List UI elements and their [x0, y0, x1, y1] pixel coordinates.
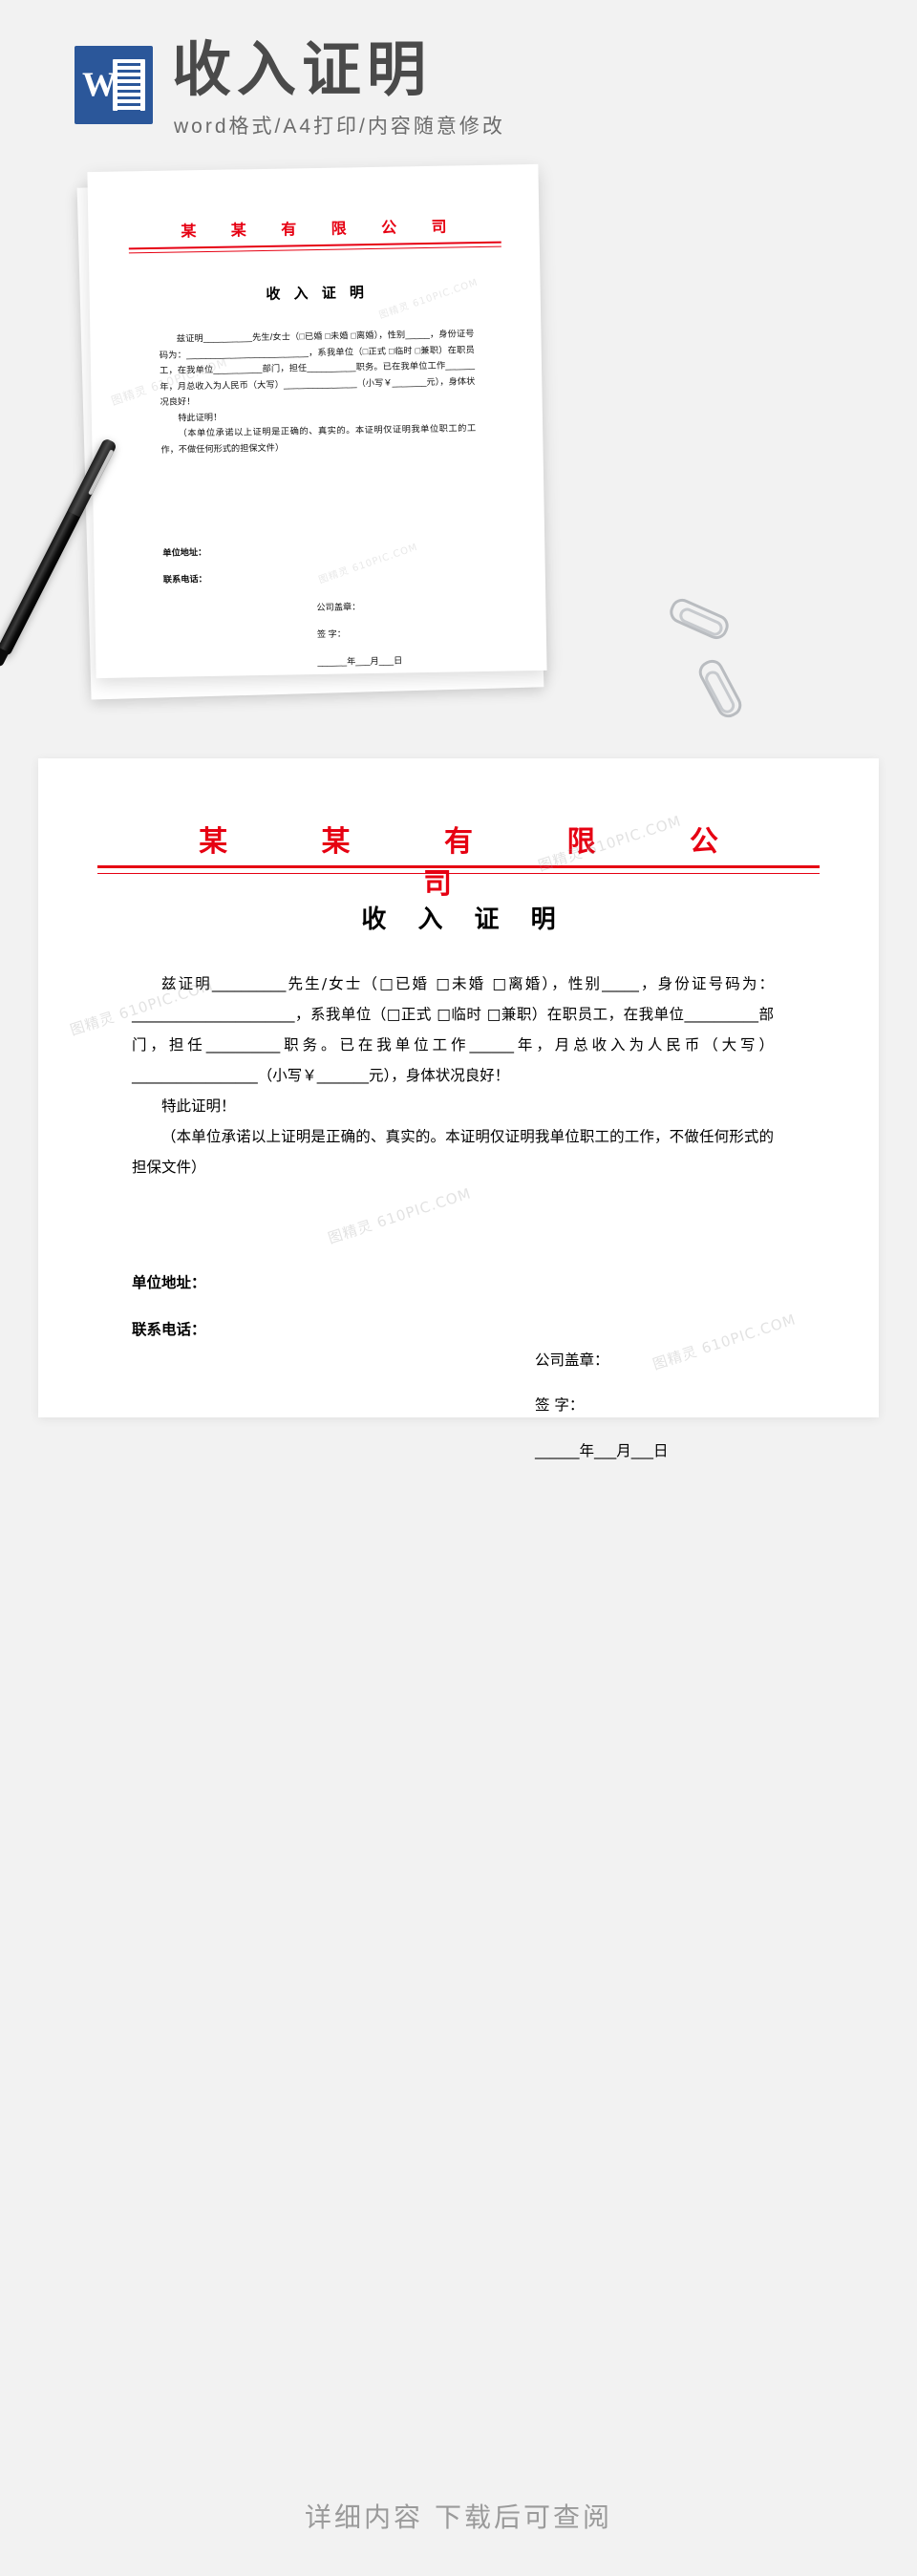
preview-document: 某 某 有 限 公 司 收 入 证 明 兹证明__________先生/女士（□…: [87, 164, 546, 678]
preview-doc-title: 收 入 证 明: [266, 285, 370, 303]
screenshot-root: W 收入证明 word格式/A4打印/内容随意修改 某 某 有 限 公 司 收 …: [0, 0, 917, 2576]
document-body: 兹证明__________先生/女士（□已婚 □未婚 □离婚），性别_____，…: [132, 969, 774, 1182]
preview-field-address: 单位地址：: [162, 547, 207, 559]
page-title: 收入证明: [172, 34, 433, 104]
preview-photo-area: 某 某 有 限 公 司 收 入 证 明 兹证明__________先生/女士（□…: [0, 162, 917, 735]
document-page: 某 某 有 限 公 司 收 入 证 明 兹证明__________先生/女士（□…: [38, 758, 879, 1459]
preview-doc-body: 兹证明__________先生/女士（□已婚 □未婚 □离婚），性别_____，…: [159, 326, 477, 458]
document-title: 收 入 证 明: [361, 905, 567, 934]
preview-body-paragraph-1: 兹证明__________先生/女士（□已婚 □未婚 □离婚），性别_____，…: [159, 329, 476, 407]
body-paragraph-2: 特此证明！: [161, 1097, 236, 1115]
preview-sheet-front: 某 某 有 限 公 司 收 入 证 明 兹证明__________先生/女士（□…: [87, 163, 547, 679]
word-document-icon: W: [75, 46, 153, 124]
word-logo-page: [113, 59, 145, 113]
signature-block: 公司盖章： 签 字： ______年___月___日: [535, 1330, 821, 1480]
header-banner: W 收入证明 word格式/A4打印/内容随意修改: [0, 0, 917, 162]
preview-field-phone: 联系电话：: [162, 574, 207, 585]
divider-thin: [97, 873, 820, 874]
preview-company-line: 某 某 有 限 公 司: [181, 219, 462, 241]
footer-bar: 详细内容 下载后可查阅: [0, 2474, 917, 2576]
field-company-address: 单位地址：: [132, 1273, 206, 1291]
preview-sign-date: ______年___月___日: [317, 655, 403, 667]
sign-date: ______年___月___日: [535, 1441, 669, 1459]
word-logo-letter: W: [82, 65, 117, 103]
preview-sign-stamp: 公司盖章：: [316, 602, 361, 613]
paperclip-icon: [666, 595, 733, 643]
pen-tip: [0, 648, 10, 669]
divider-thick: [97, 865, 820, 868]
body-paragraph-3: （本单位承诺以上证明是正确的、真实的。本证明仅证明我单位职工的工作，不做任何形式…: [132, 1128, 774, 1176]
preview-sign-signature: 签 字：: [316, 628, 347, 640]
preview-signature-block: 公司盖章： 签 字： ______年___月___日: [316, 587, 480, 678]
body-paragraph-1: 兹证明__________先生/女士（□已婚 □未婚 □离婚），性别_____，…: [132, 975, 774, 1084]
watermark: 图精灵 610PIC.COM: [326, 1184, 474, 1247]
company-line: 某 某 有 限 公 司: [199, 825, 760, 901]
sign-signature: 签 字：: [535, 1396, 585, 1414]
paperclip-icon: [694, 655, 746, 722]
page-subtitle: word格式/A4打印/内容随意修改: [174, 116, 505, 138]
sign-company-stamp: 公司盖章：: [535, 1351, 609, 1369]
preview-body-paragraph-3: （本单位承诺以上证明是正确的、真实的。本证明仅证明我单位职工的工作，不做任何形式…: [160, 423, 477, 455]
footer-note: 详细内容 下载后可查阅: [305, 2501, 612, 2533]
